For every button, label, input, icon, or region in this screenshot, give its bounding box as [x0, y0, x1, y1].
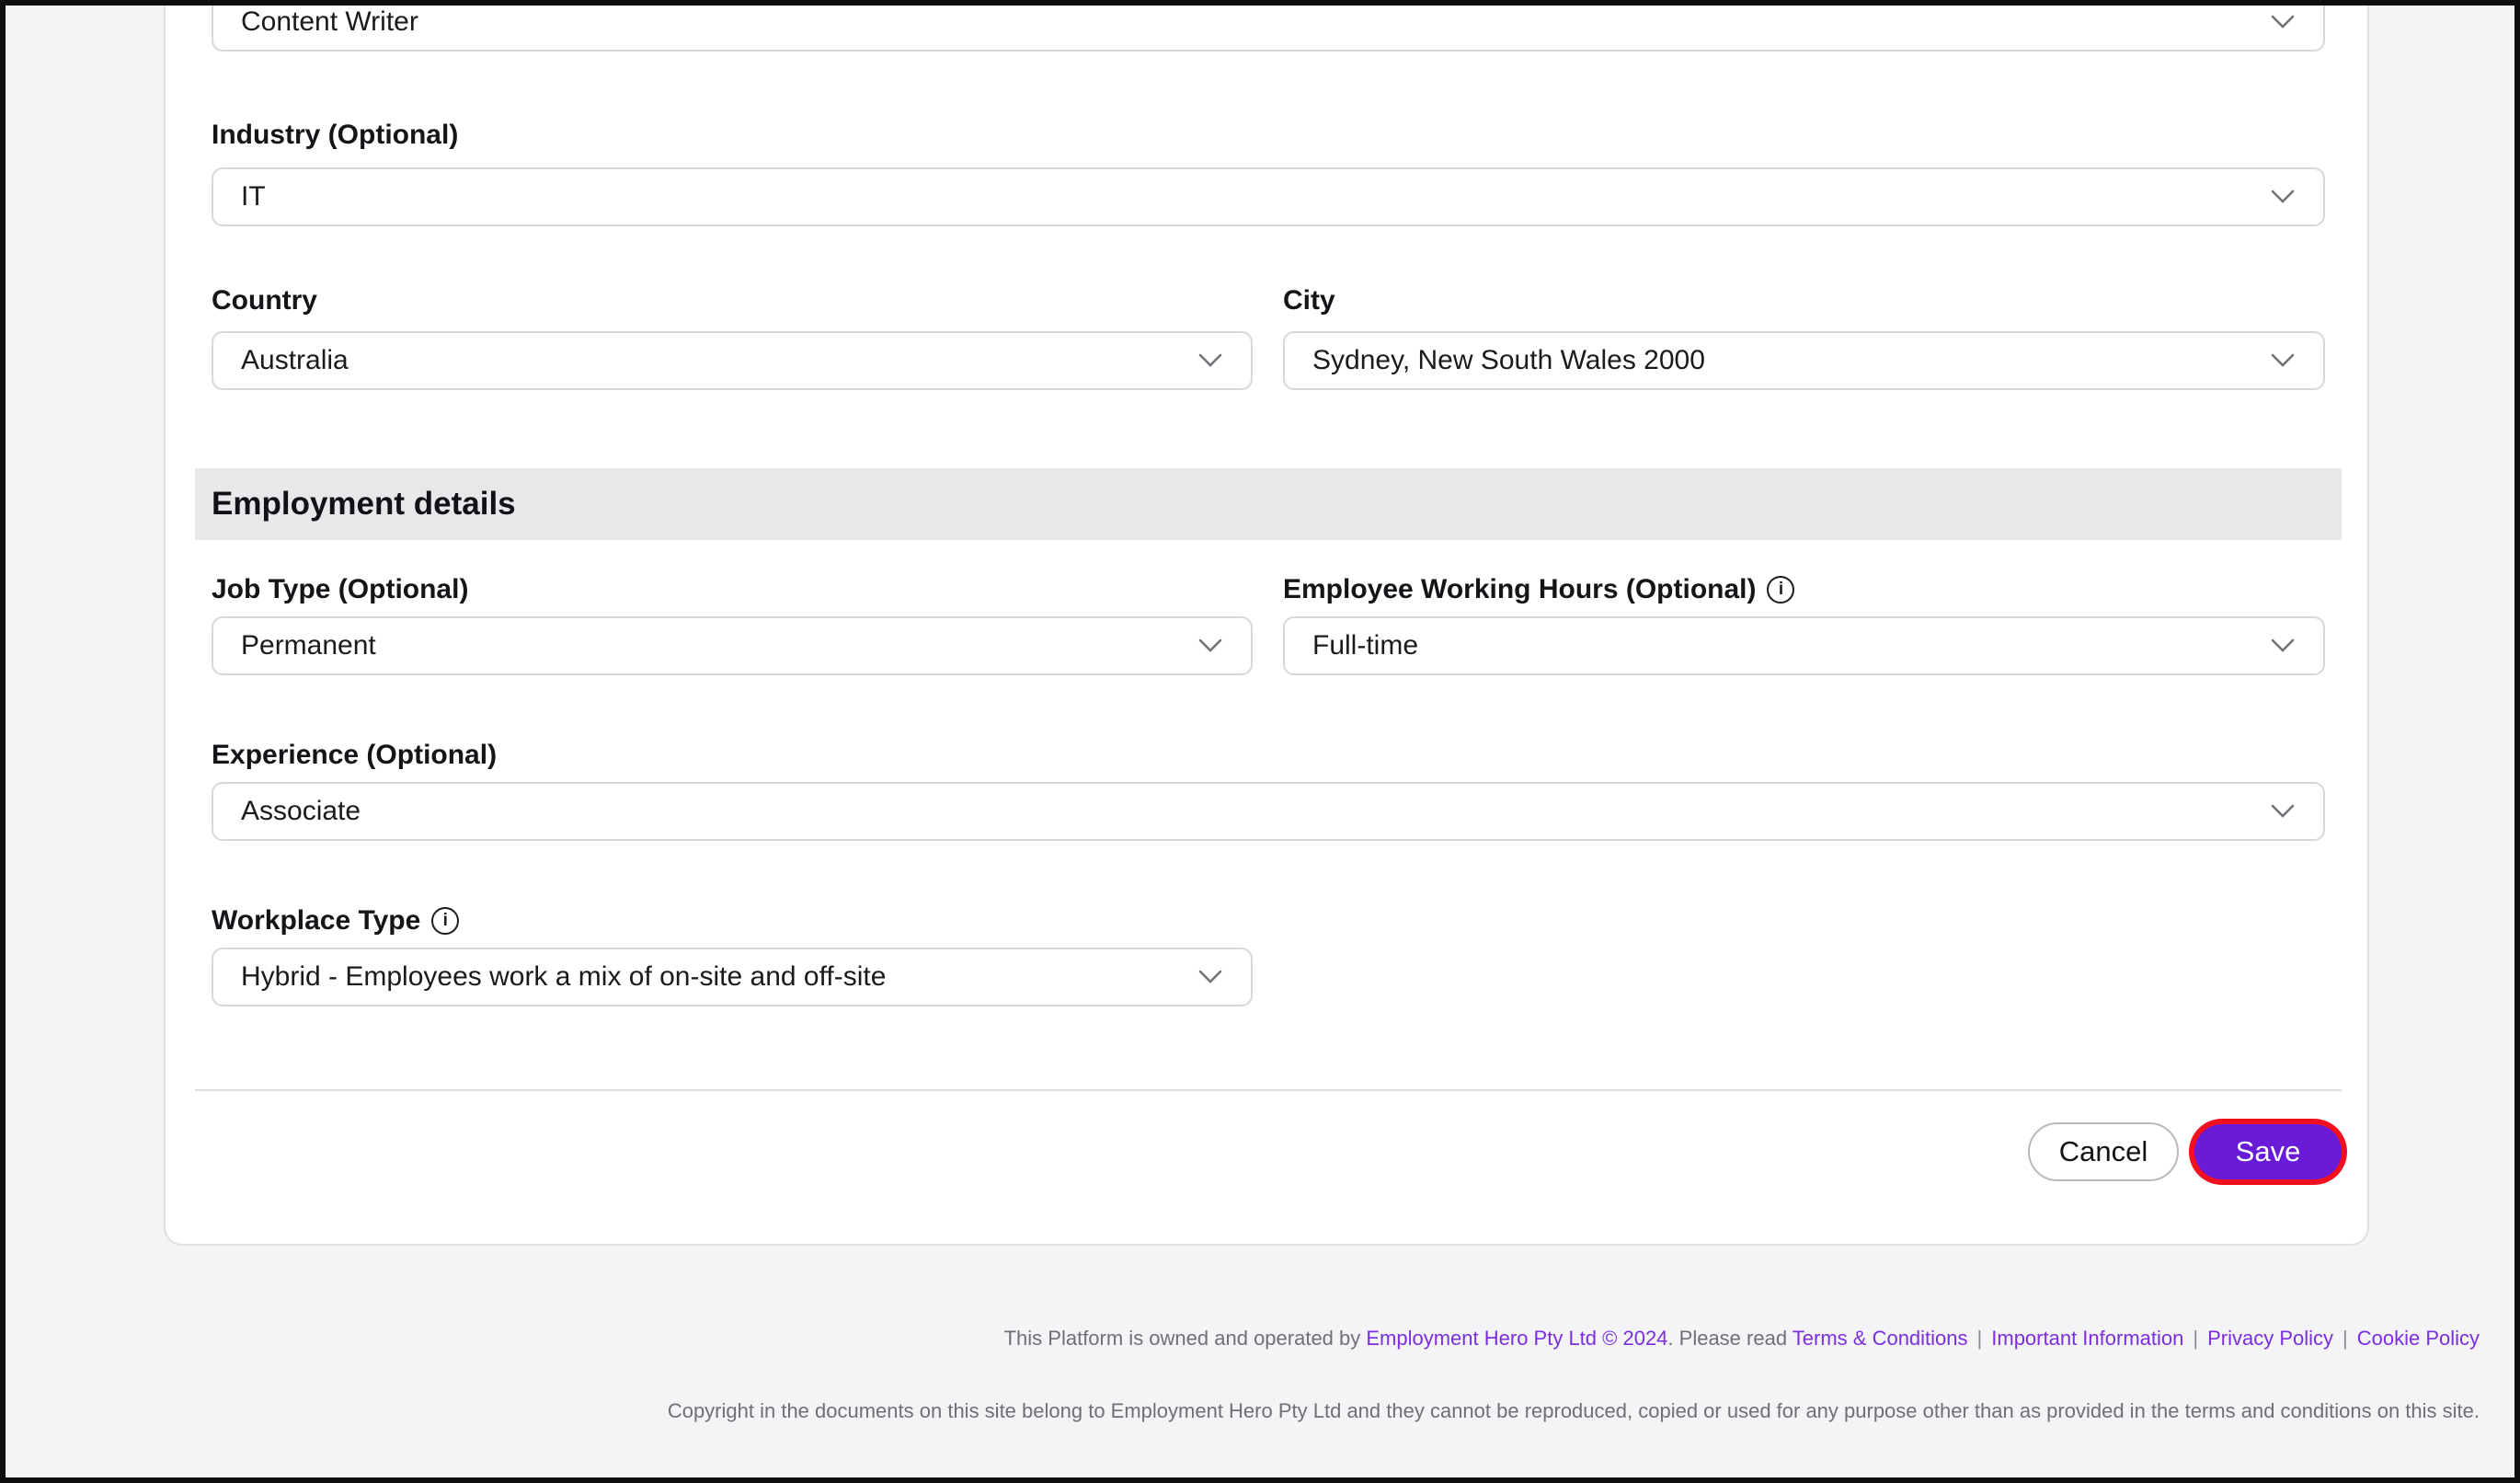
copyright-text: Copyright in the documents on this site …: [668, 1399, 2480, 1422]
workplace-type-label: Workplace Type i: [212, 905, 459, 937]
form-actions-divider: [195, 1089, 2342, 1091]
country-value: Australia: [241, 345, 1179, 376]
terms-conditions-link[interactable]: Terms & Conditions: [1793, 1327, 1968, 1350]
info-icon[interactable]: i: [1767, 576, 1794, 604]
chevron-down-icon: [2270, 803, 2296, 820]
info-icon[interactable]: i: [431, 907, 459, 935]
job-type-select[interactable]: Permanent: [212, 616, 1253, 675]
section-title: Employment details: [195, 486, 516, 523]
industry-value: IT: [241, 181, 2251, 213]
chevron-down-icon: [2270, 352, 2296, 369]
city-value: Sydney, New South Wales 2000: [1312, 345, 2251, 376]
footer-text: This Platform is owned and operated by: [1004, 1327, 1367, 1350]
footer-legal-line: This Platform is owned and operated by E…: [1004, 1327, 2480, 1351]
job-edit-form-card: Content Writer Industry (Optional) IT Co…: [164, 2, 2369, 1246]
footer-text: . Please read: [1667, 1327, 1792, 1350]
footer-copyright-line: Copyright in the documents on this site …: [645, 1375, 2480, 1447]
chevron-down-icon: [1197, 969, 1223, 985]
job-type-label: Job Type (Optional): [212, 574, 468, 605]
chevron-down-icon: [1197, 352, 1223, 369]
page: Content Writer Industry (Optional) IT Co…: [0, 0, 2520, 1483]
workplace-type-select[interactable]: Hybrid - Employees work a mix of on-site…: [212, 948, 1253, 1006]
working-hours-select[interactable]: Full-time: [1283, 616, 2325, 675]
job-title-select[interactable]: Content Writer: [212, 0, 2325, 52]
chevron-down-icon: [2270, 14, 2296, 30]
employment-details-section-header: Employment details: [195, 468, 2342, 540]
chevron-down-icon: [1197, 638, 1223, 654]
workplace-type-value: Hybrid - Employees work a mix of on-site…: [241, 961, 1179, 993]
chevron-down-icon: [2270, 189, 2296, 205]
footer-separator: |: [1977, 1327, 1983, 1350]
job-type-value: Permanent: [241, 630, 1179, 661]
experience-select[interactable]: Associate: [212, 782, 2325, 841]
chevron-down-icon: [2270, 638, 2296, 654]
experience-value: Associate: [241, 796, 2251, 827]
privacy-policy-link[interactable]: Privacy Policy: [2207, 1327, 2333, 1350]
footer-separator: |: [2342, 1327, 2348, 1350]
country-select[interactable]: Australia: [212, 331, 1253, 390]
city-label: City: [1283, 285, 1335, 316]
job-title-value: Content Writer: [241, 6, 2251, 38]
country-label: Country: [212, 285, 317, 316]
experience-label: Experience (Optional): [212, 740, 497, 771]
working-hours-value: Full-time: [1312, 630, 2251, 661]
footer-separator: |: [2193, 1327, 2198, 1350]
working-hours-label: Employee Working Hours (Optional) i: [1283, 574, 1794, 605]
cookie-policy-link[interactable]: Cookie Policy: [2357, 1327, 2480, 1350]
important-information-link[interactable]: Important Information: [1991, 1327, 2183, 1350]
industry-select[interactable]: IT: [212, 167, 2325, 226]
cancel-button[interactable]: Cancel: [2028, 1122, 2179, 1181]
industry-label: Industry (Optional): [212, 120, 458, 151]
city-select[interactable]: Sydney, New South Wales 2000: [1283, 331, 2325, 390]
company-link[interactable]: Employment Hero Pty Ltd © 2024: [1366, 1327, 1667, 1350]
save-button[interactable]: Save: [2194, 1124, 2342, 1179]
